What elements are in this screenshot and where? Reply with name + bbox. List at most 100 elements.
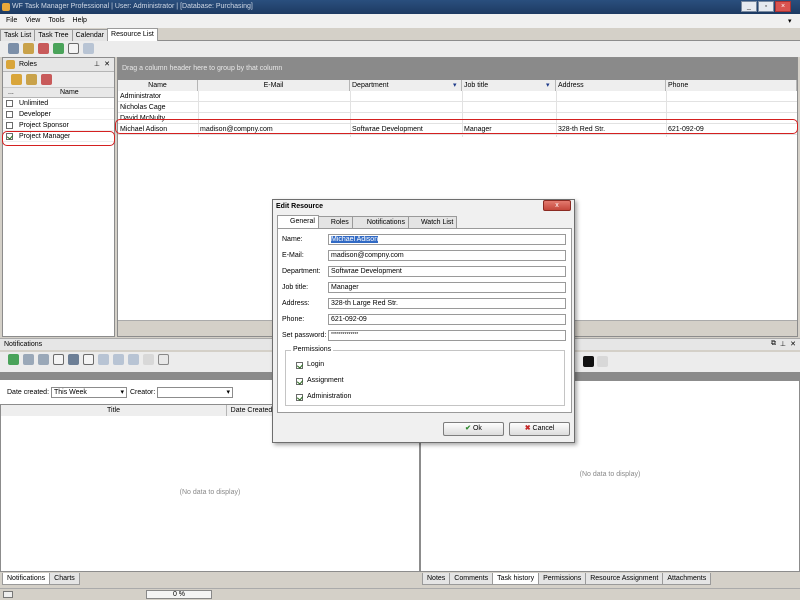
edit-role-icon[interactable] — [25, 74, 37, 85]
role-checkbox[interactable] — [6, 111, 13, 118]
role-label: Project Sponsor — [19, 122, 69, 129]
col-job-title[interactable]: Job title — [462, 80, 556, 91]
creator-select[interactable] — [157, 387, 233, 398]
window-title: WF Task Manager Professional | User: Adm… — [12, 3, 253, 10]
col-name[interactable]: Name — [118, 80, 198, 91]
tab-comments[interactable]: Comments — [449, 573, 494, 585]
resource-grid-header: Name E-Mail Department Job title Address… — [118, 80, 797, 91]
refresh-icon[interactable] — [52, 43, 64, 54]
status-icon — [3, 591, 13, 598]
close-details-icon[interactable]: ✕ — [790, 340, 796, 348]
tab-charts[interactable]: Charts — [49, 573, 80, 585]
role-row[interactable]: Developer — [3, 109, 114, 120]
roles-col-name[interactable]: Name — [60, 89, 79, 96]
department-field[interactable]: Softwrae Development — [328, 266, 566, 277]
tab-permissions[interactable]: Permissions — [538, 573, 587, 585]
restore-panel-icon[interactable]: ⧉ — [771, 340, 776, 348]
tab-task-list[interactable]: Task List — [0, 29, 36, 41]
window-title-bar: WF Task Manager Professional | User: Adm… — [0, 0, 800, 14]
col-department[interactable]: Department — [350, 80, 462, 91]
job-title-field[interactable]: Manager — [328, 282, 566, 293]
administration-checkbox[interactable] — [296, 394, 303, 401]
mark-unread-icon[interactable] — [37, 354, 49, 365]
role-row[interactable]: Project Sponsor — [3, 120, 114, 131]
menu-view[interactable]: View — [25, 14, 40, 28]
delete-role-icon[interactable] — [40, 74, 52, 85]
menu-tools[interactable]: Tools — [48, 14, 64, 28]
dialog-tab-roles[interactable]: Roles — [317, 216, 353, 228]
tab-calendar[interactable]: Calendar — [71, 29, 109, 41]
ok-button[interactable]: ✔ Ok — [443, 422, 504, 436]
role-checkbox[interactable] — [6, 122, 13, 129]
name-value: Michael Adison — [331, 236, 379, 243]
address-field[interactable]: 328-th Large Red Str. — [328, 298, 566, 309]
tab-task-history[interactable]: Task history — [492, 573, 540, 585]
move-icon[interactable] — [127, 354, 139, 365]
role-row[interactable]: Unlimited — [3, 98, 114, 109]
tab-attachments[interactable]: Attachments — [662, 573, 712, 585]
tab-notifications[interactable]: Notifications — [2, 573, 51, 585]
phone-field[interactable]: 621-092-09 — [328, 314, 566, 325]
tools-icon[interactable] — [8, 43, 19, 54]
add-resource-icon[interactable] — [22, 43, 34, 54]
reply-icon[interactable] — [97, 354, 109, 365]
add-role-icon[interactable] — [11, 74, 22, 85]
settings-icon[interactable] — [67, 354, 79, 365]
role-checkbox[interactable] — [6, 100, 13, 107]
filter-view-icon[interactable] — [52, 354, 64, 365]
progress-bar: 0 % — [146, 590, 212, 599]
dialog-tab-general[interactable]: General — [277, 215, 319, 228]
assignment-label: Assignment — [307, 377, 344, 384]
menu-overflow-icon[interactable]: ▾ — [788, 17, 792, 25]
date-created-select[interactable]: This Week — [51, 387, 127, 398]
delete-resource-icon[interactable] — [37, 43, 49, 54]
pin-details-icon[interactable]: ⊥ — [780, 340, 786, 348]
login-checkbox[interactable] — [296, 362, 303, 369]
menu-file[interactable]: File — [6, 14, 17, 28]
view-toggle-icon[interactable] — [67, 43, 79, 54]
dialog-tab-notifications[interactable]: Notifications — [351, 216, 409, 228]
col-email[interactable]: E-Mail — [198, 80, 350, 91]
close-window-button[interactable]: × — [775, 1, 791, 12]
mark-read-icon[interactable] — [22, 354, 34, 365]
tab-resource-list[interactable]: Resource List — [107, 28, 158, 41]
color-picker-icon[interactable] — [583, 356, 594, 367]
tab-notes[interactable]: Notes — [422, 573, 451, 585]
layout-icon[interactable] — [82, 354, 94, 365]
funnel-icon[interactable] — [157, 354, 169, 365]
dialog-tabs: General Roles Notifications Watch List — [277, 215, 458, 228]
details-empty: (No data to display) — [579, 471, 641, 478]
maximize-button[interactable]: ▫ — [758, 1, 774, 12]
dialog-close-button[interactable]: x — [543, 200, 571, 211]
department-filter-icon[interactable]: ▾ — [453, 81, 457, 89]
main-tab-strip: Task List Task Tree Calendar Resource List — [0, 28, 800, 41]
table-row[interactable]: Administrator — [118, 91, 797, 102]
email-field[interactable]: madison@compny.com — [328, 250, 566, 261]
forward-icon[interactable] — [112, 354, 124, 365]
col-address[interactable]: Address — [556, 80, 666, 91]
col-date-created[interactable]: Date Created — [227, 405, 277, 416]
table-row[interactable]: Nicholas Cage — [118, 102, 797, 113]
group-by-panel[interactable]: Drag a column header here to group by th… — [118, 58, 797, 80]
cancel-button[interactable]: ✖ Cancel — [509, 422, 570, 436]
tab-task-tree[interactable]: Task Tree — [34, 29, 73, 41]
dialog-tab-watch-list[interactable]: Watch List — [407, 216, 458, 228]
edit-details-icon[interactable] — [597, 356, 608, 367]
pin-icon[interactable]: ⊥ — [94, 60, 100, 68]
col-phone[interactable]: Phone — [666, 80, 797, 91]
cancel-x-icon: ✖ — [524, 425, 531, 432]
flag-icon[interactable] — [142, 354, 154, 365]
cancel-label: Cancel — [532, 425, 555, 432]
refresh-notifications-icon[interactable] — [8, 354, 19, 365]
assignment-checkbox[interactable] — [296, 378, 303, 385]
menu-help[interactable]: Help — [73, 14, 87, 28]
close-panel-icon[interactable]: ✕ — [104, 60, 110, 68]
columns-dropdown-icon[interactable] — [82, 43, 94, 54]
job-title-filter-icon[interactable]: ▾ — [546, 81, 550, 89]
name-field[interactable]: Michael Adison — [328, 234, 566, 245]
minimize-button[interactable]: _ — [741, 1, 757, 12]
administration-label: Administration — [307, 393, 352, 400]
tab-resource-assignment[interactable]: Resource Assignment — [585, 573, 664, 585]
password-field[interactable]: ************** — [328, 330, 566, 341]
col-title[interactable]: Title — [1, 405, 227, 416]
